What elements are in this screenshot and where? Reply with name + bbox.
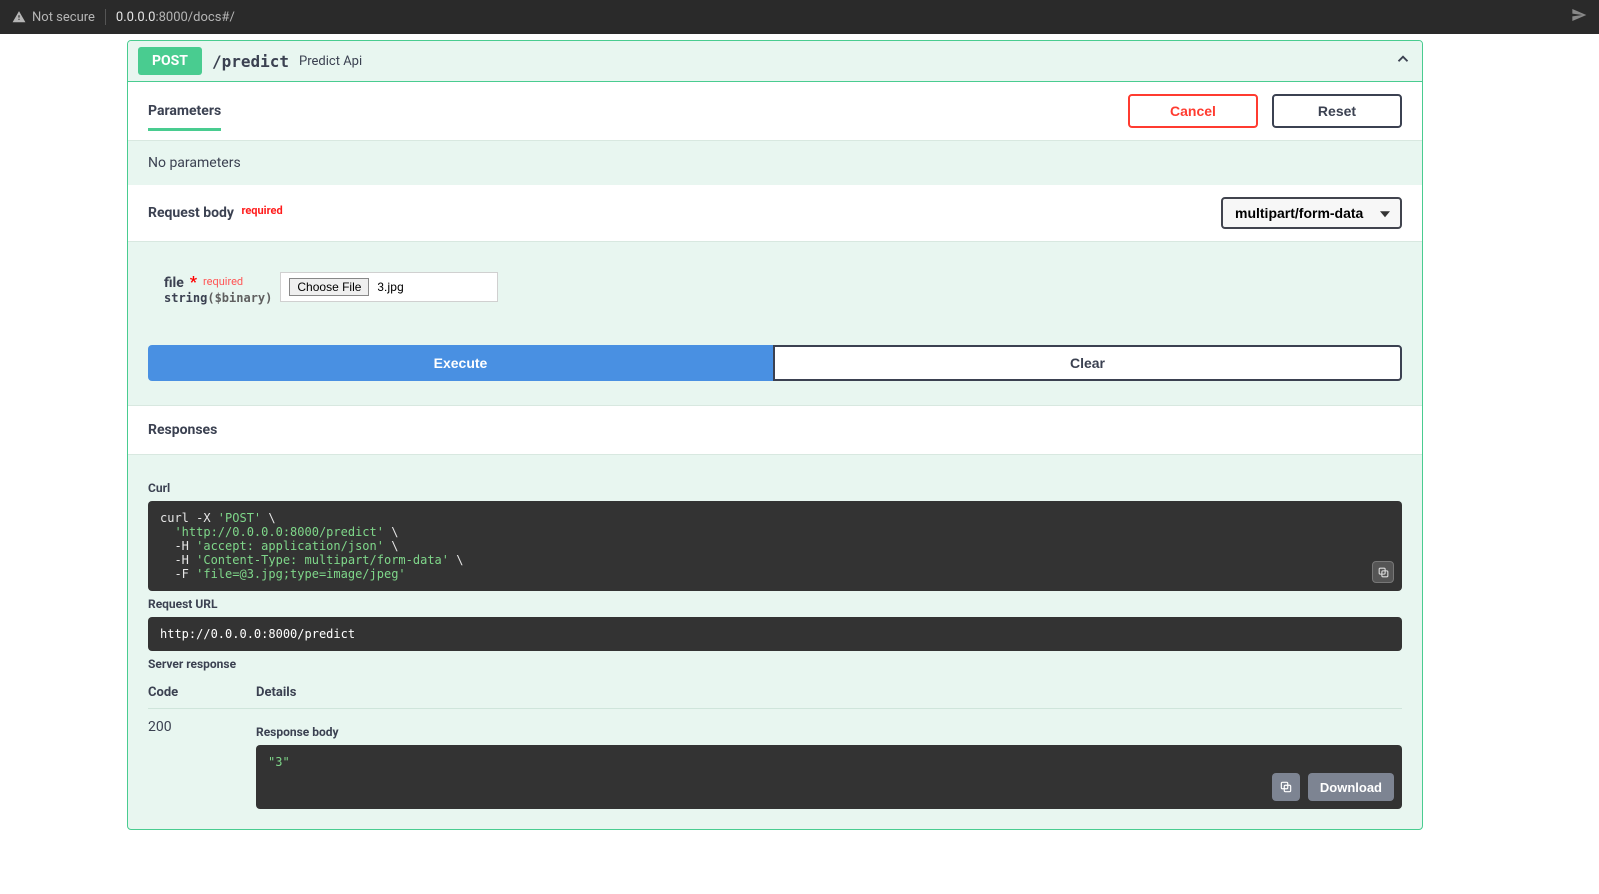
endpoint-path: /predict [212,52,289,71]
curl-codebox[interactable]: curl -X 'POST' \ 'http://0.0.0.0:8000/pr… [148,501,1402,591]
op-summary-row[interactable]: POST /predict Predict Api [128,41,1422,82]
request-body-params: file * required string($binary) Choose F… [128,242,1422,345]
response-table-header: Code Details [148,677,1402,709]
clipboard-icon [1377,566,1390,579]
response-actions: Download [1272,773,1394,801]
param-name: file [164,275,184,291]
copy-curl-button[interactable] [1372,561,1394,583]
request-url-box[interactable]: http://0.0.0.0:8000/predict [148,617,1402,651]
copy-response-button[interactable] [1272,773,1300,801]
response-code: 200 [148,719,208,809]
param-meta: file * required string($binary) [164,272,272,305]
choose-file-button[interactable]: Choose File [289,278,369,296]
required-tag: required [241,204,282,217]
content-type-select-wrap[interactable]: multipart/form-data [1221,197,1402,229]
file-input[interactable]: Choose File 3.jpg [280,272,498,302]
send-icon[interactable] [1571,7,1587,27]
request-body-header: Request body required multipart/form-dat… [128,185,1422,242]
url-bar[interactable]: Not secure 0.0.0.0:8000/docs#/ [0,0,1599,34]
cancel-button[interactable]: Cancel [1128,94,1258,128]
param-row: file * required string($binary) Choose F… [164,272,1402,305]
url-text: 0.0.0.0:8000/docs#/ [116,10,235,25]
responses-header: Responses [128,405,1422,455]
server-response-label: Server response [148,657,1402,671]
curl-label: Curl [148,481,1402,495]
request-body-label: Request body required [148,205,283,221]
http-method-badge: POST [138,47,202,75]
operation-block: POST /predict Predict Api Parameters Can… [127,40,1423,830]
chevron-up-icon[interactable] [1394,50,1412,72]
responses-label: Responses [148,422,1402,438]
endpoint-summary: Predict Api [299,54,362,69]
url-divider [105,9,106,25]
required-star: * [190,272,197,291]
response-body-box[interactable]: "3" Download [256,745,1402,809]
code-column-header: Code [148,685,208,700]
parameters-header: Parameters Cancel Reset [128,82,1422,141]
clipboard-icon [1279,780,1293,794]
details-column-header: Details [256,685,296,700]
content-type-select[interactable]: multipart/form-data [1221,197,1402,229]
execute-button[interactable]: Execute [148,345,773,381]
reset-button[interactable]: Reset [1272,94,1402,128]
parameters-tab[interactable]: Parameters [148,103,221,131]
responses-area: Curl curl -X 'POST' \ 'http://0.0.0.0:80… [128,455,1422,829]
response-body-label: Response body [256,725,1402,739]
required-small: required [203,275,243,288]
selected-filename: 3.jpg [377,280,403,294]
not-secure-text: Not secure [32,10,95,25]
download-button[interactable]: Download [1308,773,1394,801]
no-parameters-text: No parameters [128,141,1422,185]
clear-button[interactable]: Clear [773,345,1402,381]
execute-row: Execute Clear [128,345,1422,405]
response-details: Response body "3" Download [256,719,1402,809]
request-url-label: Request URL [148,597,1402,611]
param-type: string($binary) [164,291,272,305]
not-secure-badge: Not secure [12,10,95,25]
warning-icon [12,10,26,24]
response-row: 200 Response body "3" Download [148,709,1402,809]
